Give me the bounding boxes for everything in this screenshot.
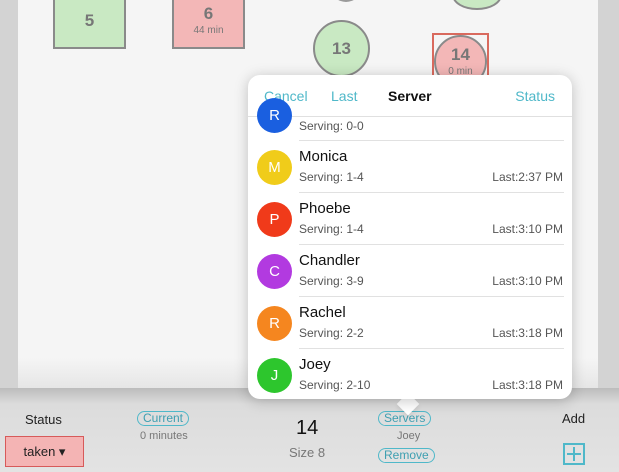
server-last-time: Last:3:10 PM (492, 274, 563, 288)
table-5[interactable]: 5 (53, 0, 126, 49)
elapsed-minutes: 0 minutes (140, 430, 188, 442)
server-last-time: Last:3:18 PM (492, 326, 563, 340)
popover-title: Server (388, 88, 432, 104)
server-name: Phoebe (299, 200, 351, 217)
status-dropdown[interactable]: taken ▾ (5, 436, 84, 467)
table-number: 13 (332, 38, 351, 58)
server-serving: Serving: 2-2 (299, 326, 364, 340)
status-label: Status (25, 412, 62, 427)
table-size: Size 8 (289, 445, 326, 460)
server-avatar: P (257, 202, 292, 237)
selected-table-number: 14 (296, 417, 319, 439)
server-name: Rachel (299, 304, 346, 321)
server-last-time: Last:2:37 PM (492, 170, 563, 184)
server-row[interactable]: M Monica Serving: 1-4 Last:2:37 PM (248, 141, 572, 193)
server-serving: Serving: 1-4 (299, 170, 364, 184)
server-name: Joey (299, 356, 331, 373)
table-number: 6 (203, 4, 214, 23)
assigned-server-name: Joey (397, 430, 421, 442)
server-serving: Serving: 3-9 (299, 274, 364, 288)
server-name: Chandler (299, 252, 360, 269)
servers-button[interactable]: Servers (378, 411, 432, 426)
server-name: Monica (299, 148, 348, 165)
table-number: 14 (451, 45, 470, 64)
server-avatar: R (257, 306, 292, 341)
server-popover: Cancel Last Server Status R Serving: 0-0… (248, 75, 572, 399)
server-row[interactable]: J Joey Serving: 2-10 Last:3:18 PM (248, 349, 572, 399)
server-row[interactable]: C Chandler Serving: 3-9 Last:3:10 PM (248, 245, 572, 297)
server-row[interactable]: P Phoebe Serving: 1-4 Last:3:10 PM (248, 193, 572, 245)
server-serving: Serving: 1-4 (299, 222, 364, 236)
sort-status-button[interactable]: Status (515, 88, 555, 104)
popover-header: Cancel Last Server Status (248, 75, 572, 117)
server-avatar: M (257, 150, 292, 185)
bottom-toolbar: Status taken ▾ Current 0 minutes 14 Size… (0, 388, 619, 472)
remove-button[interactable]: Remove (378, 448, 435, 463)
server-serving: Serving: 0-0 (299, 119, 364, 133)
add-icon[interactable] (563, 443, 585, 465)
server-list[interactable]: R Serving: 0-0 M Monica Serving: 1-4 Las… (248, 98, 572, 399)
table-6[interactable]: 6 44 min (172, 0, 245, 49)
table-number: 5 (84, 10, 95, 30)
server-row[interactable]: R Serving: 0-0 (248, 98, 572, 141)
add-label: Add (562, 411, 586, 426)
server-avatar: C (257, 254, 292, 289)
table-13[interactable]: 13 (313, 20, 370, 77)
server-serving: Serving: 2-10 (299, 378, 371, 392)
server-avatar: J (257, 358, 292, 393)
table-elapsed: 44 min (193, 25, 224, 36)
sort-last-button[interactable]: Last (331, 88, 357, 104)
server-avatar: R (257, 98, 292, 133)
server-last-time: Last:3:10 PM (492, 222, 563, 236)
server-row[interactable]: R Rachel Serving: 2-2 Last:3:18 PM (248, 297, 572, 349)
server-last-time: Last:3:18 PM (492, 378, 563, 392)
current-button[interactable]: Current (137, 411, 190, 426)
